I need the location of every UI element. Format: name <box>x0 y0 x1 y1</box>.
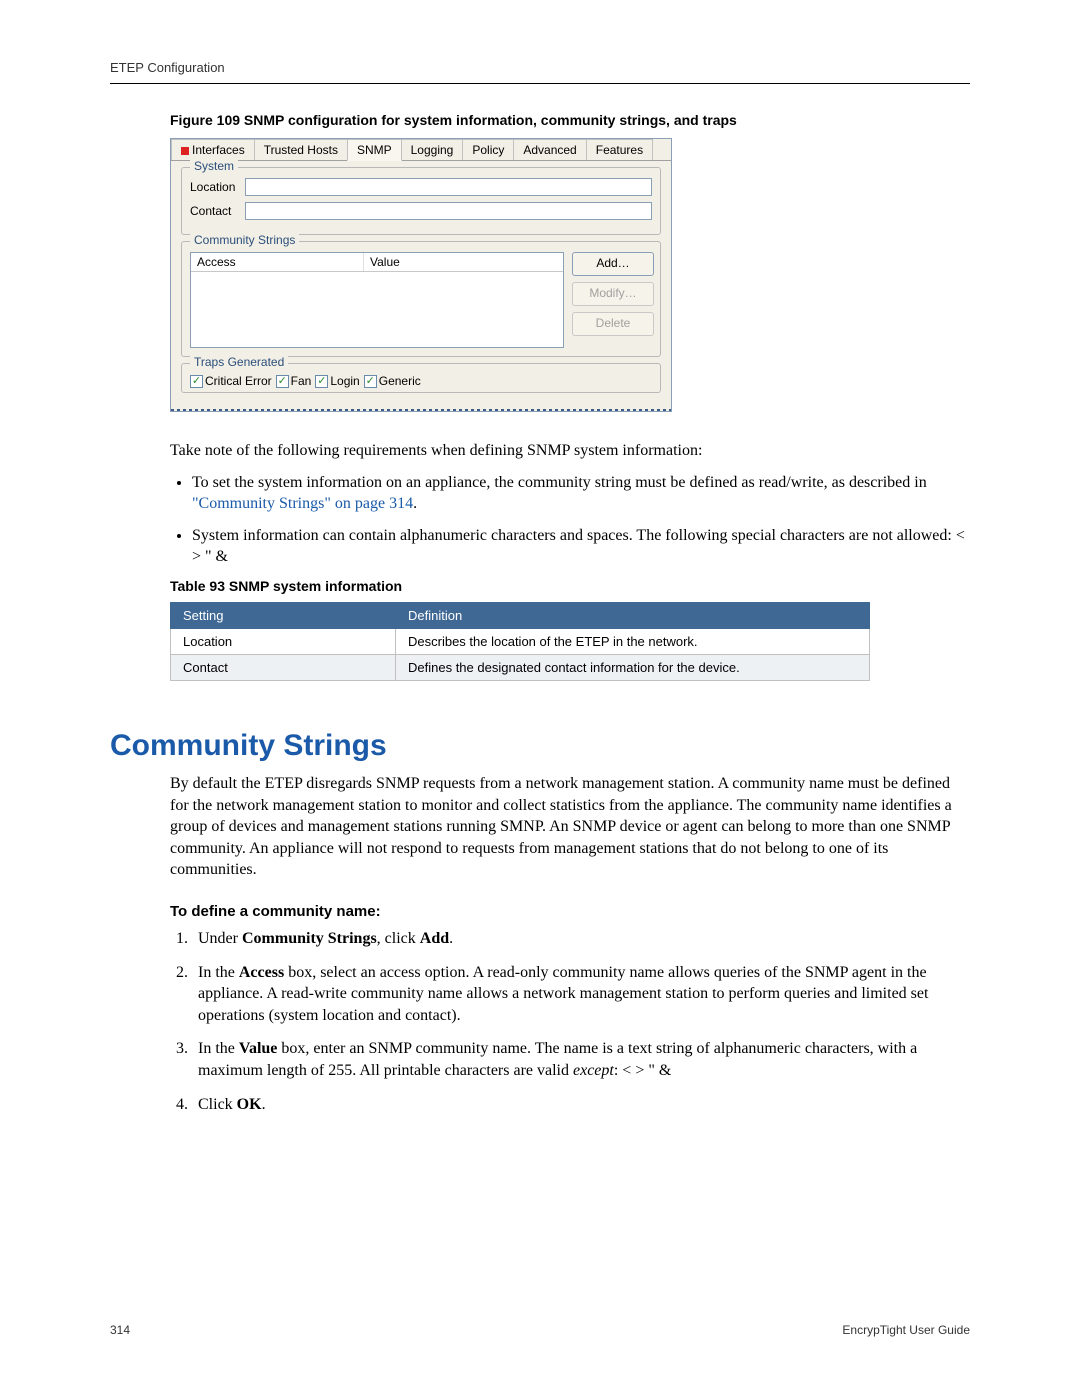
bullet-text: To set the system information on an appl… <box>192 474 927 491</box>
chk-label: Fan <box>291 374 312 388</box>
location-label: Location <box>190 180 245 194</box>
col-value: Value <box>364 253 406 271</box>
check-icon: ✓ <box>190 375 203 388</box>
col-access: Access <box>191 253 364 271</box>
modify-button[interactable]: Modify… <box>572 282 654 306</box>
tab-logging[interactable]: Logging <box>401 139 464 160</box>
bold-term: OK <box>237 1096 262 1113</box>
list-item: Under Community Strings, click Add. <box>192 928 970 950</box>
list-item: System information can contain alphanume… <box>192 525 970 568</box>
header-rule <box>110 83 970 84</box>
bold-term: Access <box>239 964 284 981</box>
cell-setting: Location <box>171 628 396 654</box>
list-item: In the Value box, enter an SNMP communit… <box>192 1038 970 1081</box>
bold-term: Value <box>239 1040 278 1057</box>
italic-term: except <box>573 1062 614 1079</box>
chk-label: Critical Error <box>205 374 272 388</box>
guide-name: EncrypTight User Guide <box>842 1323 970 1337</box>
bullet-text: . <box>413 495 417 512</box>
table-caption: Table 93 SNMP system information <box>170 578 970 594</box>
requirement-list: To set the system information on an appl… <box>170 472 970 568</box>
header-title: ETEP Configuration <box>110 60 970 75</box>
cell-definition: Describes the location of the ETEP in th… <box>396 628 870 654</box>
table-row: Contact Defines the designated contact i… <box>171 654 870 680</box>
check-icon: ✓ <box>315 375 328 388</box>
chk-critical-error[interactable]: ✓Critical Error <box>190 374 272 388</box>
system-legend: System <box>190 159 238 173</box>
steps-list: Under Community Strings, click Add. In t… <box>170 928 970 1115</box>
tab-advanced[interactable]: Advanced <box>513 139 586 160</box>
list-item: Click OK. <box>192 1094 970 1116</box>
community-strings-table[interactable]: Access Value <box>190 252 564 348</box>
cell-setting: Contact <box>171 654 396 680</box>
bold-term: Add <box>420 930 449 947</box>
add-button[interactable]: Add… <box>572 252 654 276</box>
tab-interfaces[interactable]: Interfaces <box>171 139 255 160</box>
th-setting: Setting <box>171 602 396 628</box>
section-title: Community Strings <box>110 729 970 763</box>
chk-label: Generic <box>379 374 421 388</box>
chk-fan[interactable]: ✓Fan <box>276 374 312 388</box>
tab-snmp[interactable]: SNMP <box>347 139 402 161</box>
alert-icon <box>181 147 189 155</box>
footer: 314 EncrypTight User Guide <box>110 1323 970 1337</box>
community-strings-fieldset: Community Strings Access Value Add… Modi… <box>181 241 661 357</box>
list-item: In the Access box, select an access opti… <box>192 962 970 1027</box>
tab-bar: Interfaces Trusted Hosts SNMP Logging Po… <box>171 139 671 161</box>
snmp-config-screenshot: Interfaces Trusted Hosts SNMP Logging Po… <box>170 138 672 412</box>
contact-input[interactable] <box>245 202 652 220</box>
list-item: To set the system information on an appl… <box>192 472 970 515</box>
chk-generic[interactable]: ✓Generic <box>364 374 421 388</box>
page-number: 314 <box>110 1323 130 1337</box>
tab-policy[interactable]: Policy <box>462 139 514 160</box>
check-icon: ✓ <box>364 375 377 388</box>
traps-legend: Traps Generated <box>190 355 288 369</box>
screenshot-cutoff <box>171 409 671 411</box>
system-fieldset: System Location Contact <box>181 167 661 235</box>
community-strings-legend: Community Strings <box>190 233 299 247</box>
delete-button[interactable]: Delete <box>572 312 654 336</box>
check-icon: ✓ <box>276 375 289 388</box>
figure-caption: Figure 109 SNMP configuration for system… <box>170 112 970 128</box>
chk-label: Login <box>330 374 359 388</box>
snmp-system-info-table: Setting Definition Location Describes th… <box>170 602 870 681</box>
section-paragraph: By default the ETEP disregards SNMP requ… <box>170 773 970 881</box>
community-strings-link[interactable]: "Community Strings" on page 314 <box>192 495 413 512</box>
location-input[interactable] <box>245 178 652 196</box>
cell-definition: Defines the designated contact informati… <box>396 654 870 680</box>
bold-term: Community Strings <box>242 930 377 947</box>
tab-trusted-hosts[interactable]: Trusted Hosts <box>254 139 348 160</box>
subheading: To define a community name: <box>170 903 970 920</box>
chk-login[interactable]: ✓Login <box>315 374 359 388</box>
th-definition: Definition <box>396 602 870 628</box>
traps-fieldset: Traps Generated ✓Critical Error ✓Fan ✓Lo… <box>181 363 661 393</box>
contact-label: Contact <box>190 204 245 218</box>
tab-label: Interfaces <box>192 143 245 157</box>
intro-text: Take note of the following requirements … <box>170 440 970 462</box>
table-row: Location Describes the location of the E… <box>171 628 870 654</box>
tab-features[interactable]: Features <box>586 139 653 160</box>
